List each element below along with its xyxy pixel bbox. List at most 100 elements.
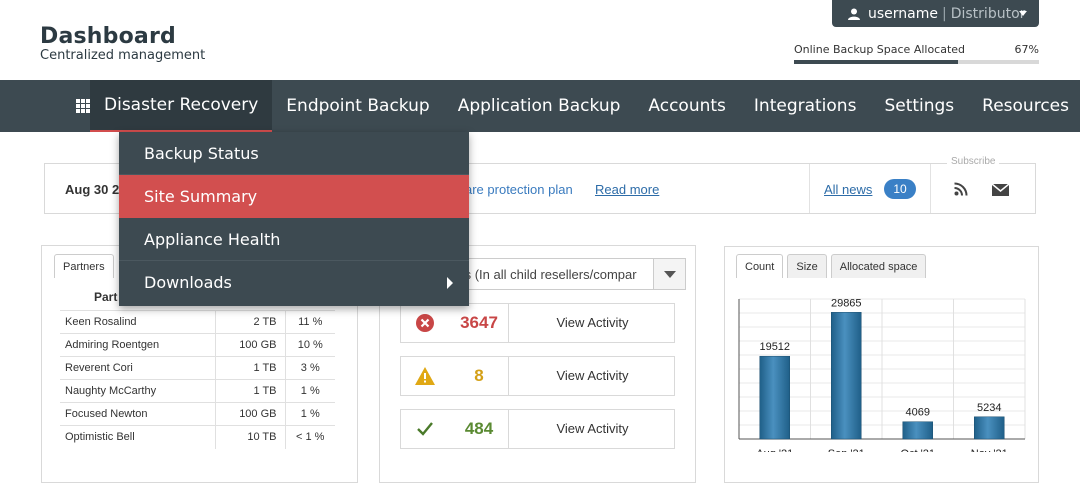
partner-name: Optimistic Bell — [60, 425, 215, 449]
read-more-link[interactable]: Read more — [595, 182, 659, 197]
bar[interactable] — [831, 312, 862, 440]
partner-name: Naughty McCarthy — [60, 379, 215, 403]
user-role: Distributor — [950, 5, 1026, 22]
chevron-right-icon — [447, 277, 453, 289]
x-tick-label: Oct '21 — [900, 448, 935, 452]
quota-progress-fill — [794, 60, 959, 64]
partners-tabs: Partners — [54, 254, 118, 278]
bar-data-label: 5234 — [977, 402, 1001, 414]
bar-data-label: 29865 — [831, 297, 862, 309]
bar-data-label: 19512 — [759, 341, 790, 353]
nav-resources[interactable]: Resources — [968, 80, 1080, 132]
user-icon — [848, 8, 860, 20]
warning-count: 8 — [474, 366, 484, 385]
nav-application-backup[interactable]: Application Backup — [444, 80, 635, 132]
nav-integrations[interactable]: Integrations — [740, 80, 871, 132]
apps-grid-icon — [76, 99, 90, 113]
caret-down-icon — [1019, 11, 1027, 16]
news-headline[interactable]: are protection plan — [465, 182, 573, 197]
warning-icon — [401, 357, 449, 395]
partner-size: 100 GB — [214, 333, 285, 357]
partner-size: 100 GB — [214, 402, 285, 426]
menu-item-downloads-label: Downloads — [144, 273, 232, 292]
user-menu-button[interactable]: username | Distributor — [832, 0, 1039, 27]
success-count: 484 — [464, 419, 494, 438]
view-activity-warnings-button[interactable]: View Activity — [509, 357, 676, 395]
partner-size: 1 TB — [214, 379, 285, 403]
partner-percent: 1 % — [284, 402, 335, 426]
bar[interactable] — [974, 416, 1005, 440]
quota-label: Online Backup Space Allocated — [794, 43, 966, 56]
subscribe-label: Subscribe — [947, 156, 1000, 167]
partner-size: 2 TB — [214, 310, 285, 334]
partner-name: Admiring Roentgen — [60, 333, 215, 357]
partner-percent: 3 % — [284, 356, 335, 380]
table-row[interactable]: Keen Rosalind 2 TB 11 % — [60, 310, 335, 334]
tab-allocated-space[interactable]: Allocated space — [830, 254, 927, 278]
nav-disaster-recovery[interactable]: Disaster Recovery — [90, 80, 273, 132]
rss-icon[interactable] — [954, 182, 968, 196]
stat-success: 484 View Activity — [400, 409, 675, 449]
news-count-badge: 10 — [884, 179, 916, 199]
chart-tabs: Count Size Allocated space — [736, 254, 930, 278]
menu-item-appliance-health[interactable]: Appliance Health — [119, 218, 469, 261]
partners-table: Keen Rosalind 2 TB 11 % Admiring Roentgen 10… — [60, 310, 335, 449]
divider — [809, 164, 810, 213]
x-tick-label: Nov '21 — [971, 448, 1008, 452]
check-icon — [401, 410, 449, 448]
table-row[interactable]: Admiring Roentgen 100 GB 10 % — [60, 333, 335, 357]
nav-settings[interactable]: Settings — [870, 80, 968, 132]
select-value: ts (In all child resellers/compar — [461, 267, 637, 282]
table-row[interactable]: Reverent Cori 1 TB 3 % — [60, 356, 335, 380]
partners-column-header: Part — [94, 290, 118, 304]
partner-name: Reverent Cori — [60, 356, 215, 380]
tab-partners[interactable]: Partners — [54, 254, 114, 278]
quota-percent: 67% — [1014, 43, 1039, 56]
tab-count[interactable]: Count — [736, 254, 784, 278]
user-separator: | — [942, 5, 947, 22]
view-activity-success-button[interactable]: View Activity — [509, 410, 676, 448]
partner-size: 10 TB — [214, 425, 285, 449]
mail-icon[interactable] — [992, 184, 1009, 196]
partner-percent: 1 % — [284, 379, 335, 403]
news-date: Aug 30 20 — [65, 182, 127, 197]
partner-percent: < 1 % — [284, 425, 335, 449]
stat-warnings: 8 View Activity — [400, 356, 675, 396]
error-icon — [401, 304, 449, 342]
bar[interactable] — [902, 421, 933, 440]
table-row[interactable]: Optimistic Bell 10 TB < 1 % — [60, 425, 335, 449]
partner-name: Keen Rosalind — [60, 310, 215, 334]
dashboard-page: Dashboard Centralized management usernam… — [0, 0, 1080, 483]
quota-progress-bar — [794, 60, 1039, 64]
partner-size: 1 TB — [214, 356, 285, 380]
nav-endpoint-backup[interactable]: Endpoint Backup — [272, 80, 443, 132]
all-news-link[interactable]: All news — [824, 182, 872, 197]
x-tick-label: Aug '21 — [756, 448, 793, 452]
table-row[interactable]: Naughty McCarthy 1 TB 1 % — [60, 379, 335, 403]
activity-scope-select[interactable]: ts (In all child resellers/compar — [460, 258, 686, 290]
page-subtitle: Centralized management — [40, 48, 206, 63]
chevron-down-icon[interactable] — [653, 259, 685, 289]
partner-percent: 11 % — [284, 310, 335, 334]
error-count: 3647 — [460, 313, 498, 332]
view-activity-errors-button[interactable]: View Activity — [509, 304, 676, 342]
x-tick-label: Sep '21 — [828, 448, 865, 452]
disaster-recovery-dropdown: Backup Status Site Summary Appliance Hea… — [119, 132, 469, 306]
menu-item-backup-status[interactable]: Backup Status — [119, 132, 469, 175]
tab-size[interactable]: Size — [787, 254, 827, 278]
page-title: Dashboard — [40, 24, 176, 49]
table-row[interactable]: Focused Newton 100 GB 1 % — [60, 402, 335, 426]
backup-count-chart: 19512 Aug '21 29865 Sep '21 4069 Oct '21 5234 N… — [738, 297, 1026, 452]
menu-item-site-summary[interactable]: Site Summary — [119, 175, 469, 218]
username-label: username — [868, 5, 938, 22]
grid-icon[interactable] — [76, 80, 90, 132]
main-nav: Disaster Recovery Endpoint Backup Applic… — [0, 80, 1080, 132]
partner-percent: 10 % — [284, 333, 335, 357]
partner-name: Focused Newton — [60, 402, 215, 426]
bar-data-label: 4069 — [906, 407, 930, 419]
divider — [930, 164, 931, 213]
bar[interactable] — [759, 355, 790, 440]
chart-panel: Count Size Allocated space 19512 Aug '21 2… — [724, 246, 1039, 483]
menu-item-downloads[interactable]: Downloads — [119, 261, 469, 304]
nav-accounts[interactable]: Accounts — [634, 80, 740, 132]
